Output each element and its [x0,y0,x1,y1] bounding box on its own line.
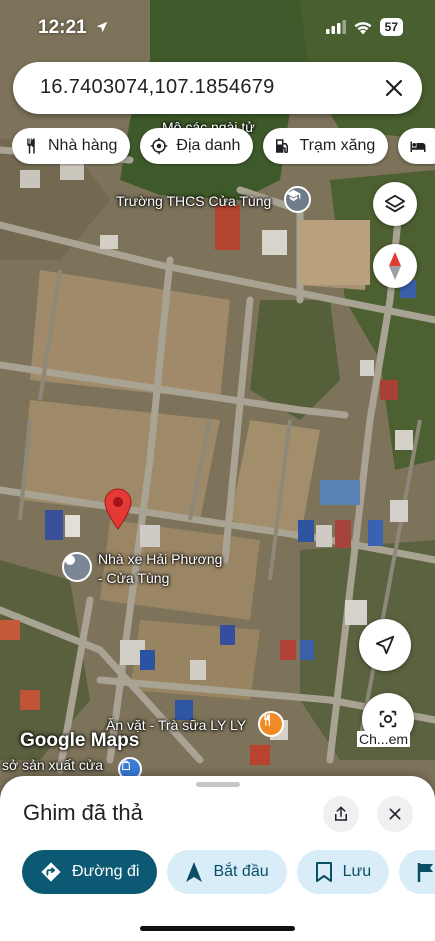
navigation-arrow-icon [186,862,203,882]
bed-icon [410,141,426,152]
save-button[interactable]: Lưu [296,850,390,894]
map-label-factory[interactable]: sở sản xuất cửa [2,756,103,774]
flag-button[interactable] [399,850,435,894]
bookmark-icon [315,862,332,882]
action-buttons: Đường đi Bắt đầu Lưu [22,850,435,894]
status-time: 12:21 [38,17,109,39]
status-time-text: 12:21 [38,17,87,38]
chip-restaurants[interactable]: Nhà hàng [12,128,131,164]
landmark-icon [151,137,168,155]
sheet-drag-handle[interactable] [196,782,240,787]
close-sheet-button[interactable] [377,796,413,832]
home-indicator[interactable] [140,926,295,931]
location-arrow-icon [96,21,108,33]
bus-station-icon[interactable] [62,552,92,582]
chip-landmarks-label: Địa danh [176,137,241,154]
compass-button[interactable] [373,244,417,288]
school-icon[interactable] [284,186,311,213]
directions-button[interactable]: Đường đi [22,850,158,894]
chip-hotels[interactable] [398,128,435,164]
share-icon [335,806,347,821]
battery-indicator: 57 [379,18,403,36]
start-label: Bắt đầu [213,863,269,880]
navigation-arrow-icon [375,635,395,655]
search-bar[interactable]: 16.7403074,107.1854679 [13,62,422,114]
lens-camera-icon [379,710,397,728]
status-indicators: 57 [325,18,403,36]
flag-icon [417,863,434,882]
start-button[interactable]: Bắt đầu [167,850,287,894]
bottom-sheet[interactable]: Ghim đã thả Đường đi Bắt đầu Lưu [0,776,435,941]
map-label-bus-station-line2[interactable]: - Cửa Tùng [98,569,169,587]
chip-gas-stations-label: Trạm xăng [299,137,376,154]
close-icon [389,808,401,820]
google-maps-logo: Google Maps [20,730,140,751]
chip-landmarks[interactable]: Địa danh [140,128,254,164]
sheet-title: Ghim đã thả [23,800,143,825]
compass-icon [389,252,401,280]
map-label-school[interactable]: Trường THCS Cửa Tùng [116,192,271,210]
wifi-icon [354,21,372,34]
layers-icon [384,194,406,213]
save-label: Lưu [342,863,372,880]
search-input[interactable]: 16.7403074,107.1854679 [40,76,275,99]
share-button[interactable] [323,796,359,832]
layers-button[interactable] [373,182,417,226]
restaurant-icon[interactable] [258,711,284,737]
close-icon[interactable] [382,76,406,100]
fork-knife-icon [27,138,35,154]
status-bar: 12:21 57 [0,0,435,56]
gas-station-icon [276,139,289,154]
category-chips: Nhà hàng Địa danh Trạm xăng [12,128,435,166]
map-label-bus-station[interactable]: Nhà xe Hải Phương [98,550,222,568]
directions-icon [41,862,61,882]
my-location-button[interactable] [359,619,411,671]
chip-restaurants-label: Nhà hàng [48,137,118,154]
dropped-pin-icon[interactable] [104,488,132,530]
directions-label: Đường đi [72,863,140,880]
chip-gas-stations[interactable]: Trạm xăng [263,128,389,164]
cellular-signal-icon [325,20,346,34]
lens-label: Ch...em [357,731,411,747]
